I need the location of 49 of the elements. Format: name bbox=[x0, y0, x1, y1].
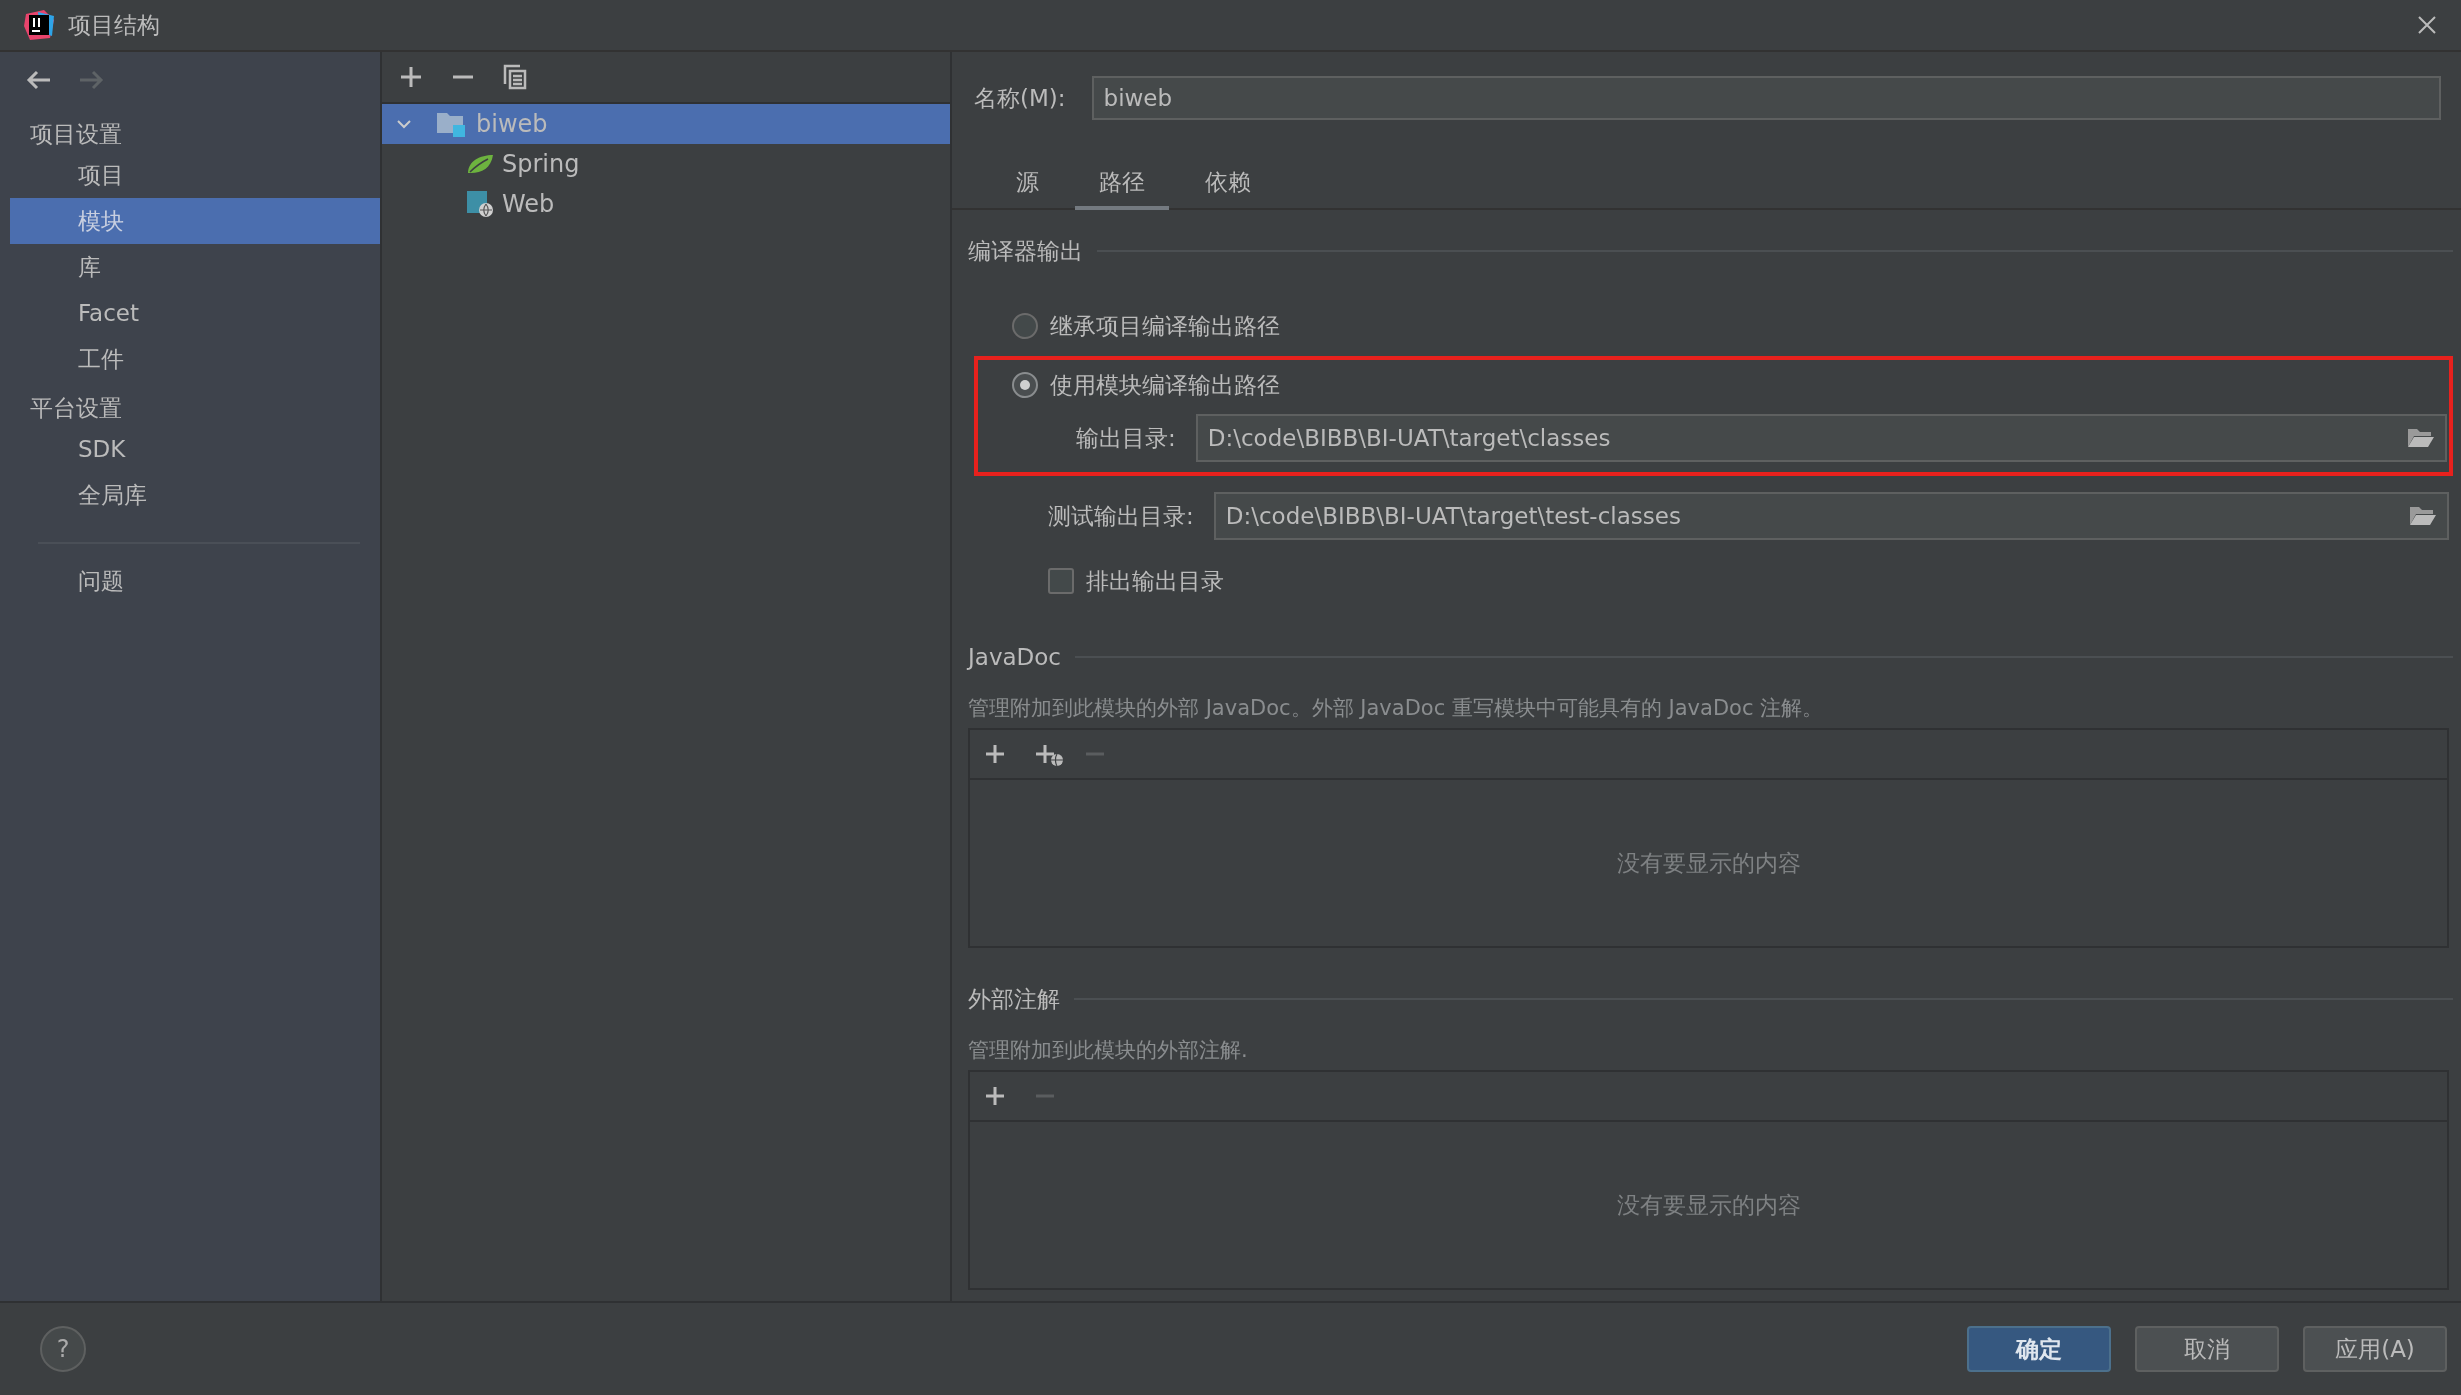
leaf-icon bbox=[466, 153, 494, 175]
folder-icon[interactable] bbox=[2407, 427, 2435, 449]
tab[interactable]: 依赖 bbox=[1181, 160, 1275, 210]
sidebar-item[interactable]: SDK bbox=[10, 426, 380, 472]
sidebar-item[interactable]: 全局库 bbox=[10, 472, 380, 518]
radio-label: 使用模块编译输出路径 bbox=[1050, 370, 1280, 400]
sidebar-item[interactable]: 库 bbox=[10, 244, 380, 290]
sidebar-item[interactable]: Facet bbox=[10, 290, 380, 336]
tree-item[interactable]: Web bbox=[382, 184, 950, 224]
tab[interactable]: 源 bbox=[992, 160, 1063, 210]
radio-button[interactable] bbox=[1012, 313, 1038, 339]
test-output-dir-field[interactable]: D:\code\BIBB\BI-UAT\target\test-classes bbox=[1213, 492, 2449, 540]
empty-list-message: 没有要显示的内容 bbox=[1616, 1190, 1801, 1220]
name-label: 名称(M): bbox=[974, 83, 1066, 113]
folder-icon[interactable] bbox=[2409, 505, 2437, 527]
window-title: 项目结构 bbox=[68, 10, 161, 40]
app-logo-icon bbox=[24, 10, 54, 40]
ok-button[interactable]: 确定 bbox=[1967, 1326, 2111, 1372]
test-output-dir-label: 测试输出目录: bbox=[1048, 501, 1194, 531]
copy-icon[interactable] bbox=[502, 64, 528, 90]
section-title: 编译器输出 bbox=[968, 236, 1083, 266]
name-field[interactable]: biweb bbox=[1091, 76, 2441, 120]
tab[interactable]: 路径 bbox=[1075, 160, 1169, 210]
exclude-checkbox[interactable]: 排出输出目录 bbox=[1048, 565, 1224, 597]
web-module-icon bbox=[466, 190, 494, 218]
section-title: JavaDoc bbox=[968, 644, 1061, 670]
sidebar-item[interactable]: 项目 bbox=[10, 152, 380, 198]
sidebar-item[interactable]: 模块 bbox=[10, 198, 380, 244]
section-description: 管理附加到此模块的外部 JavaDoc。外部 JavaDoc 重写模块中可能具有的 JavaDoc 注解。 bbox=[968, 695, 1825, 722]
empty-list-message: 没有要显示的内容 bbox=[1616, 848, 1801, 878]
sidebar-item[interactable]: 问题 bbox=[10, 558, 380, 604]
help-button[interactable]: ? bbox=[40, 1326, 86, 1372]
output-dir-field[interactable]: D:\code\BIBB\BI-UAT\target\classes bbox=[1195, 414, 2447, 462]
back-arrow-icon[interactable] bbox=[26, 70, 52, 90]
tree-item[interactable]: Spring bbox=[382, 144, 950, 184]
add-icon[interactable] bbox=[398, 64, 424, 90]
section-description: 管理附加到此模块的外部注解. bbox=[968, 1037, 1249, 1064]
dialog-button[interactable]: 应用(A) bbox=[2303, 1326, 2447, 1372]
tree-item[interactable]: biweb bbox=[382, 104, 950, 144]
sidebar-heading: 平台设置 bbox=[29, 394, 123, 423]
sidebar-item[interactable]: 工件 bbox=[10, 336, 380, 382]
folder-icon bbox=[436, 111, 466, 137]
radio-button[interactable] bbox=[1012, 372, 1038, 398]
radio-label: 继承项目编译输出路径 bbox=[1050, 311, 1280, 341]
section-title: 外部注解 bbox=[968, 984, 1060, 1014]
dialog-button[interactable]: 取消 bbox=[2135, 1326, 2279, 1372]
sidebar-heading: 项目设置 bbox=[29, 120, 123, 149]
output-dir-label: 输出目录: bbox=[1076, 423, 1176, 453]
close-icon[interactable] bbox=[2417, 15, 2437, 35]
